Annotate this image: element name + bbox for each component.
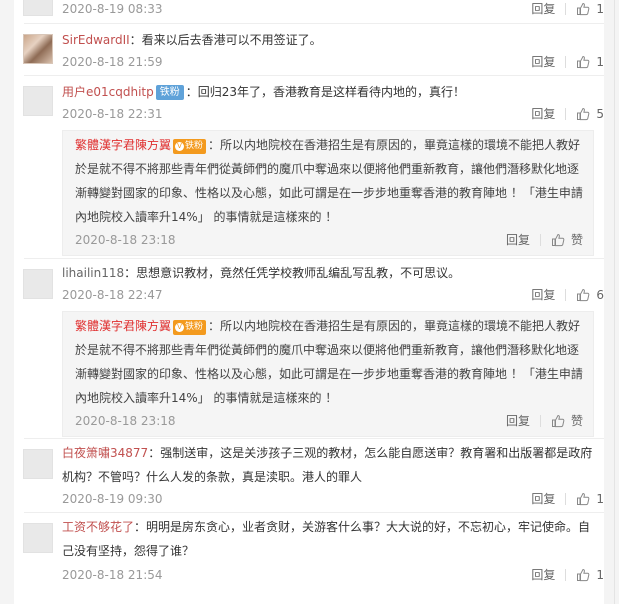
comment-text: ：思想意识教材，竟然任凭学校教师乱编乱写乱教，不可思议。 (124, 266, 461, 280)
thumbs-up-icon[interactable] (576, 55, 590, 69)
like-count: 5 (596, 107, 604, 121)
comment-time: 2020-8-18 21:54 (62, 568, 163, 582)
comment-time: 2020-8-18 22:31 (62, 107, 163, 121)
fan-badge: V 铁粉 (173, 139, 207, 154)
verified-icon: V (175, 323, 185, 332)
like-count: 1 (596, 2, 604, 16)
comment-time: 2020-8-19 09:30 (62, 492, 163, 506)
avatar[interactable] (23, 34, 53, 64)
avatar[interactable] (23, 449, 53, 479)
comment-text: ：明明是房东贪心，业者贪财，关游客什么事？大大说的好，不忘初心，牢记使命。自己没… (62, 520, 591, 558)
comment-time: 2020-8-18 21:59 (62, 55, 163, 69)
quoted-reply: 繁體漢字君陳方翼 V 铁粉 ：所以内地院校在香港招生是有原因的，畢竟這樣的環境不能把人… (62, 130, 594, 256)
avatar[interactable] (23, 86, 53, 116)
divider (539, 415, 541, 427)
scrollbar-track[interactable] (614, 0, 615, 604)
divider (24, 23, 604, 24)
fan-badge: V 铁粉 (173, 320, 207, 335)
divider (565, 569, 567, 581)
comment-body: 白夜箫嘯34877：强制送审，这是关涉孩子三观的教材，怎么能自愿送审？教育署和出… (62, 441, 594, 489)
comment-list: 2020-8-19 08:33 回复 1 SirEdwardII：看来以后去香港可… (14, 0, 604, 604)
divider (24, 258, 604, 259)
divider (539, 234, 541, 246)
comment-time: 2020-8-19 08:33 (62, 2, 163, 16)
username-link[interactable]: 白夜箫嘯34877 (62, 446, 148, 460)
comment-meta: 2020-8-18 22:31 回复 5 (62, 104, 604, 124)
verified-icon: V (175, 142, 185, 151)
thumbs-up-icon[interactable] (576, 2, 590, 16)
divider (565, 56, 567, 68)
comment-meta: 2020-8-18 21:59 回复 1 (62, 52, 604, 72)
thumbs-up-icon[interactable] (576, 492, 590, 506)
quoted-reply: 繁體漢字君陳方翼 V 铁粉 ：所以内地院校在香港招生是有原因的，畢竟這樣的環境不能把人… (62, 311, 594, 437)
like-label[interactable]: 赞 (571, 230, 583, 250)
divider (24, 512, 604, 513)
divider (565, 108, 567, 120)
divider (24, 438, 604, 439)
comment-meta: 2020-8-18 22:47 回复 6 (62, 285, 604, 305)
thumbs-up-icon[interactable] (576, 107, 590, 121)
username-link[interactable]: 繁體漢字君陳方翼 (75, 319, 171, 333)
quote-meta: 2020-8-18 23:18 回复 赞 (75, 230, 583, 250)
comment-meta: 2020-8-18 21:54 回复 1 (62, 565, 604, 585)
divider (565, 493, 567, 505)
like-count: 1 (596, 568, 604, 582)
reply-button[interactable]: 回复 (531, 52, 555, 72)
avatar[interactable] (23, 0, 53, 16)
comment-body: 工资不够花了：明明是房东贪心，业者贪财，关游客什么事？大大说的好，不忘初心，牢记… (62, 515, 594, 563)
username-link[interactable]: 繁體漢字君陳方翼 (75, 138, 171, 152)
username-link[interactable]: lihailin118 (62, 266, 124, 280)
comment-meta: 2020-8-19 09:30 回复 1 (62, 489, 604, 509)
like-count: 6 (596, 288, 604, 302)
comment-body: 用户e01cqdhitp 铁粉 ：回归23年了，香港教育是这样看待内地的，真行！ (62, 80, 594, 104)
comment-text: ：回归23年了，香港教育是这样看待内地的，真行！ (185, 85, 466, 99)
reply-button[interactable]: 回复 (531, 104, 555, 124)
divider (565, 289, 567, 301)
quote-body: 繁體漢字君陳方翼 V 铁粉 ：所以内地院校在香港招生是有原因的，畢竟這樣的環境不能把人… (75, 314, 583, 410)
thumbs-up-icon[interactable] (551, 233, 565, 247)
username-link[interactable]: SirEdwardII (62, 33, 130, 47)
thumbs-up-icon[interactable] (576, 568, 590, 582)
avatar[interactable] (23, 523, 53, 553)
reply-button[interactable]: 回复 (531, 285, 555, 305)
reply-button[interactable]: 回复 (531, 565, 555, 585)
like-count: 1 (596, 492, 604, 506)
quote-body: 繁體漢字君陳方翼 V 铁粉 ：所以内地院校在香港招生是有原因的，畢竟這樣的環境不能把人… (75, 133, 583, 229)
reply-button[interactable]: 回复 (506, 230, 530, 250)
reply-button[interactable]: 回复 (506, 411, 530, 431)
thumbs-up-icon[interactable] (551, 414, 565, 428)
username-link[interactable]: 工资不够花了 (62, 520, 134, 534)
like-label[interactable]: 赞 (571, 411, 583, 431)
quote-time: 2020-8-18 23:18 (75, 233, 176, 247)
comment-text: ：看来以后去香港可以不用签证了。 (129, 33, 322, 47)
reply-button[interactable]: 回复 (531, 0, 555, 19)
thumbs-up-icon[interactable] (576, 288, 590, 302)
fan-badge: 铁粉 (155, 85, 184, 100)
divider (24, 75, 604, 76)
quote-time: 2020-8-18 23:18 (75, 414, 176, 428)
like-count: 1 (596, 55, 604, 69)
reply-button[interactable]: 回复 (531, 489, 555, 509)
comment-time: 2020-8-18 22:47 (62, 288, 163, 302)
quote-meta: 2020-8-18 23:18 回复 赞 (75, 411, 583, 431)
username-link[interactable]: 用户e01cqdhitp (62, 85, 154, 99)
divider (565, 3, 567, 15)
comment-meta: 2020-8-19 08:33 回复 1 (62, 0, 604, 19)
avatar[interactable] (23, 269, 53, 299)
comment-body: SirEdwardII：看来以后去香港可以不用签证了。 (62, 28, 594, 52)
comment-body: lihailin118：思想意识教材，竟然任凭学校教师乱编乱写乱教，不可思议。 (62, 261, 594, 285)
